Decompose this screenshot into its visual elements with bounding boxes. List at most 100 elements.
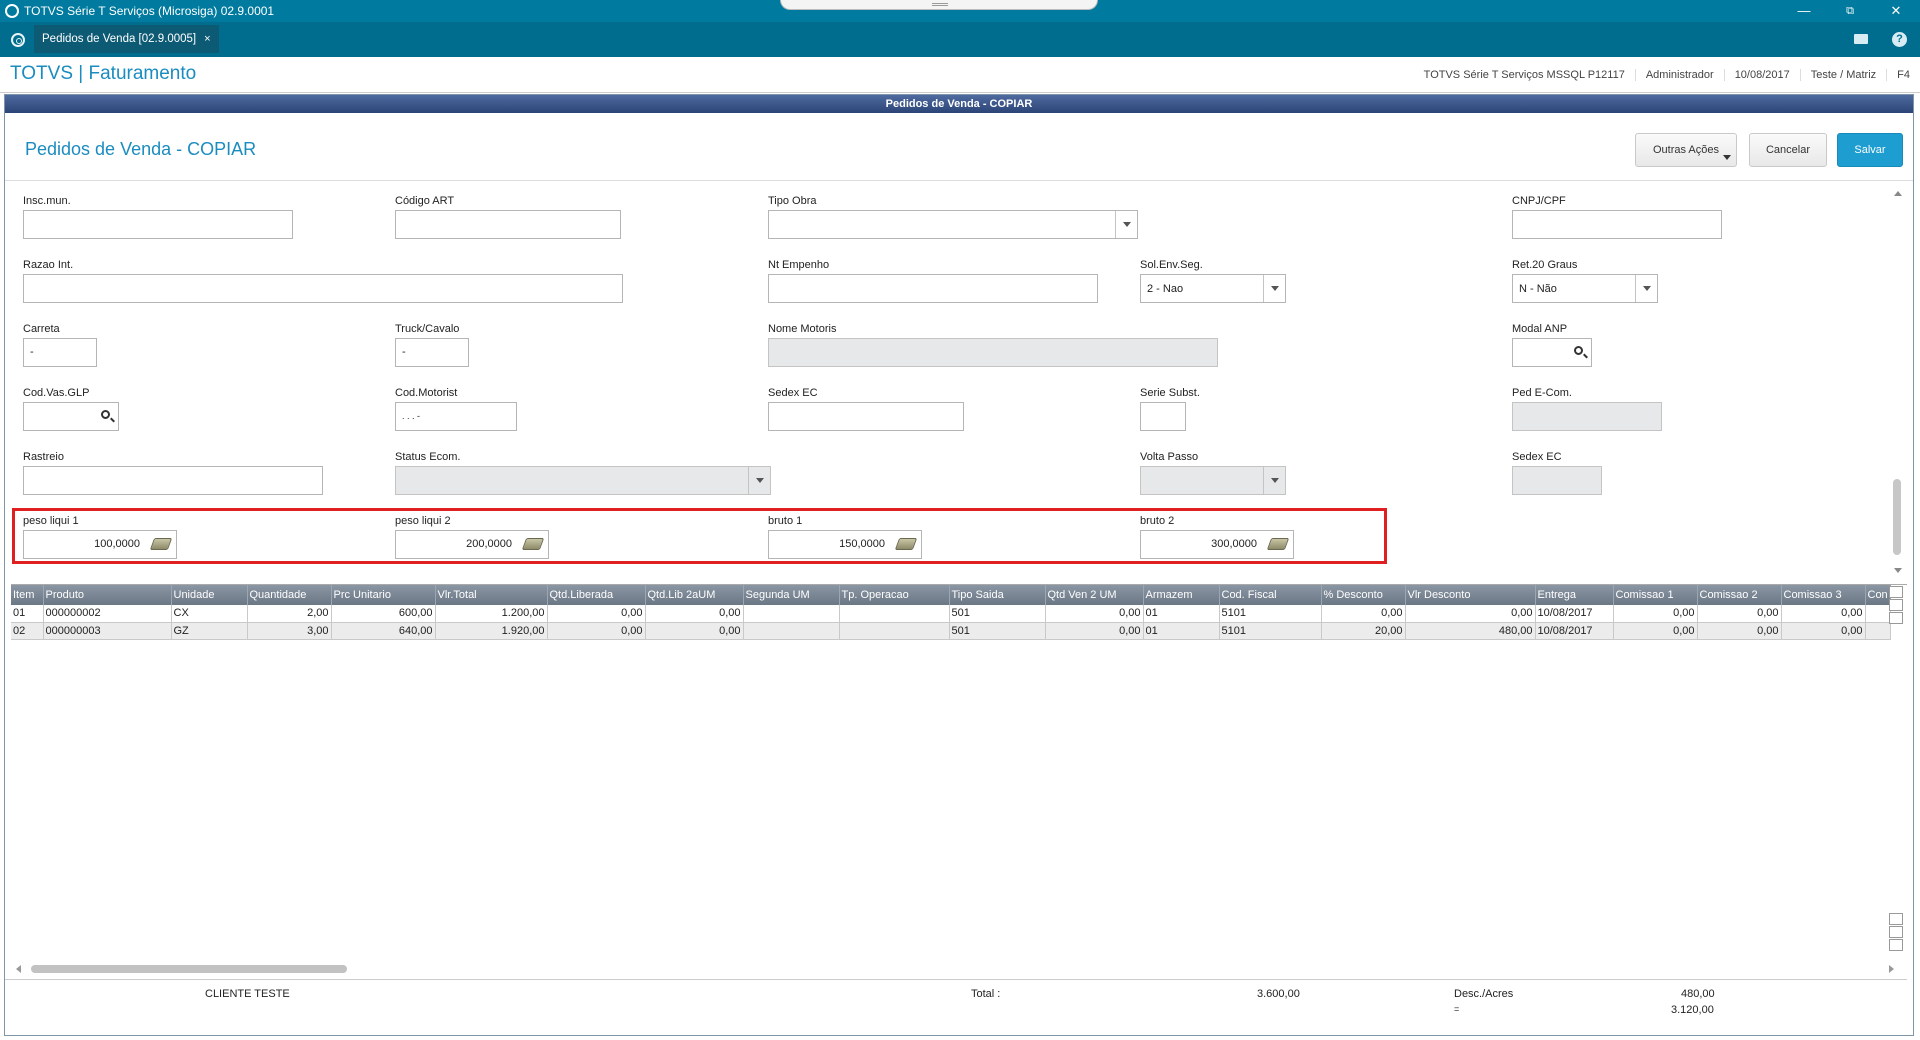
table-cell[interactable]: 0,00 — [1781, 622, 1866, 640]
column-header[interactable]: Tipo Saida — [949, 585, 1046, 605]
carreta-input[interactable]: - — [23, 338, 97, 367]
table-cell[interactable]: 01 — [11, 605, 44, 623]
column-header[interactable]: Entrega — [1535, 585, 1614, 605]
table-cell[interactable]: 0,00 — [1697, 605, 1782, 623]
column-header[interactable]: Produto — [43, 585, 172, 605]
outras-acoes-button[interactable]: Outras Ações — [1635, 133, 1737, 167]
nt-empenho-input[interactable] — [768, 274, 1098, 303]
close-window-button[interactable]: ✕ — [1886, 2, 1906, 20]
table-cell[interactable]: 000000003 — [43, 622, 172, 640]
column-header[interactable]: Vlr Desconto — [1405, 585, 1536, 605]
grid-horizontal-scrollbar[interactable] — [13, 963, 1897, 975]
tipo-obra-select[interactable] — [768, 210, 1138, 239]
modal-anp-input[interactable] — [1512, 338, 1592, 367]
scroll-left-icon[interactable] — [16, 965, 21, 973]
column-header[interactable]: Quantidade — [247, 585, 332, 605]
bruto-1-input[interactable]: 150,0000 — [768, 530, 922, 559]
column-header[interactable]: Cod. Fiscal — [1219, 585, 1322, 605]
column-header[interactable]: Comissao 2 — [1697, 585, 1782, 605]
column-header[interactable]: Qtd.Liberada — [547, 585, 646, 605]
scroll-down-icon[interactable] — [1894, 568, 1902, 573]
rastreio-input[interactable] — [23, 466, 323, 495]
table-cell[interactable]: 0,00 — [1613, 605, 1698, 623]
table-cell[interactable]: 01 — [1143, 622, 1220, 640]
table-cell[interactable]: 480,00 — [1405, 622, 1536, 640]
scroll-thumb[interactable] — [31, 965, 347, 973]
cod-motorist-input[interactable]: . . . - — [395, 402, 517, 431]
table-cell[interactable]: 2,00 — [247, 605, 332, 623]
table-cell[interactable] — [839, 605, 950, 623]
insc-mun-input[interactable] — [23, 210, 293, 239]
tab-close-icon[interactable]: × — [204, 33, 210, 45]
table-cell[interactable] — [1865, 605, 1891, 623]
chevron-down-icon[interactable] — [1635, 275, 1657, 302]
home-icon[interactable] — [11, 33, 25, 47]
table-cell[interactable]: 640,00 — [331, 622, 436, 640]
sedex-ec-input[interactable] — [768, 402, 964, 431]
table-cell[interactable]: 1.200,00 — [435, 605, 548, 623]
column-header[interactable]: Comissao 1 — [1613, 585, 1698, 605]
truck-cavalo-input[interactable]: - — [395, 338, 469, 367]
grid-up-icon[interactable] — [1889, 612, 1903, 624]
razao-int-input[interactable] — [23, 274, 623, 303]
column-header[interactable]: Item — [11, 585, 44, 605]
table-cell[interactable]: 0,00 — [547, 622, 646, 640]
calculator-icon[interactable] — [521, 538, 545, 550]
table-cell[interactable]: 10/08/2017 — [1535, 622, 1614, 640]
column-header[interactable]: % Desconto — [1321, 585, 1406, 605]
table-cell[interactable]: 3,00 — [247, 622, 332, 640]
table-cell[interactable]: CX — [171, 605, 248, 623]
column-header[interactable]: Segunda UM — [743, 585, 840, 605]
column-header[interactable]: Con — [1865, 585, 1891, 605]
cnpj-cpf-input[interactable] — [1512, 210, 1722, 239]
environment-label[interactable]: TOTVS Série T Serviços MSSQL P12117 — [1414, 69, 1635, 81]
table-cell[interactable]: 20,00 — [1321, 622, 1406, 640]
codigo-art-input[interactable] — [395, 210, 621, 239]
date-label[interactable]: 10/08/2017 — [1723, 69, 1800, 81]
table-cell[interactable]: 0,00 — [1405, 605, 1536, 623]
table-row[interactable]: 01 000000002 CX 2,00 600,00 1.200,00 0,00 0,00 5… — [11, 605, 1891, 623]
column-header[interactable]: Qtd Ven 2 UM — [1045, 585, 1144, 605]
restore-button[interactable]: ⧉ — [1840, 2, 1860, 20]
help-icon[interactable]: ? — [1892, 32, 1907, 47]
save-button[interactable]: Salvar — [1837, 133, 1903, 167]
ret-20-graus-select[interactable]: N - Não — [1512, 274, 1658, 303]
search-icon[interactable] — [101, 410, 110, 419]
calculator-icon[interactable] — [149, 538, 173, 550]
cancel-button[interactable]: Cancelar — [1749, 133, 1827, 167]
form-scrollbar[interactable] — [1891, 187, 1904, 577]
branch-label[interactable]: Teste / Matriz — [1799, 69, 1886, 81]
table-cell[interactable]: 0,00 — [1697, 622, 1782, 640]
table-cell[interactable]: 0,00 — [1045, 622, 1144, 640]
table-cell[interactable] — [743, 622, 840, 640]
table-cell[interactable]: 0,00 — [1613, 622, 1698, 640]
grid-last-icon[interactable] — [1889, 939, 1903, 951]
table-cell[interactable]: 0,00 — [1045, 605, 1144, 623]
drag-handle[interactable] — [780, 0, 1098, 10]
table-cell[interactable]: 1.920,00 — [435, 622, 548, 640]
table-cell[interactable]: 10/08/2017 — [1535, 605, 1614, 623]
sol-env-seg-select[interactable]: 2 - Nao — [1140, 274, 1286, 303]
table-cell[interactable]: 0,00 — [547, 605, 646, 623]
table-cell[interactable]: 000000002 — [43, 605, 172, 623]
user-label[interactable]: Administrador — [1634, 69, 1724, 81]
chevron-down-icon[interactable] — [1115, 211, 1137, 238]
table-cell[interactable]: 5101 — [1219, 605, 1322, 623]
table-row[interactable]: 02 000000003 GZ 3,00 640,00 1.920,00 0,00 0,00 5… — [11, 622, 1891, 640]
mail-icon[interactable] — [1854, 34, 1868, 44]
tab-pedidos-de-venda[interactable]: Pedidos de Venda [02.9.0005] × — [34, 25, 219, 53]
shortcut-label[interactable]: F4 — [1886, 69, 1910, 81]
calculator-icon[interactable] — [894, 538, 918, 550]
column-header[interactable]: Comissao 3 — [1781, 585, 1866, 605]
table-cell[interactable]: 0,00 — [1321, 605, 1406, 623]
grid-down-icon[interactable] — [1889, 913, 1903, 925]
table-cell[interactable] — [1865, 622, 1891, 640]
bruto-2-input[interactable]: 300,0000 — [1140, 530, 1294, 559]
table-cell[interactable] — [839, 622, 950, 640]
column-header[interactable]: Unidade — [171, 585, 248, 605]
peso-liqui-2-input[interactable]: 200,0000 — [395, 530, 549, 559]
column-header[interactable]: Vlr.Total — [435, 585, 548, 605]
column-header[interactable]: Armazem — [1143, 585, 1220, 605]
minimize-button[interactable]: — — [1794, 2, 1814, 20]
grid-page-down-icon[interactable] — [1889, 926, 1903, 938]
